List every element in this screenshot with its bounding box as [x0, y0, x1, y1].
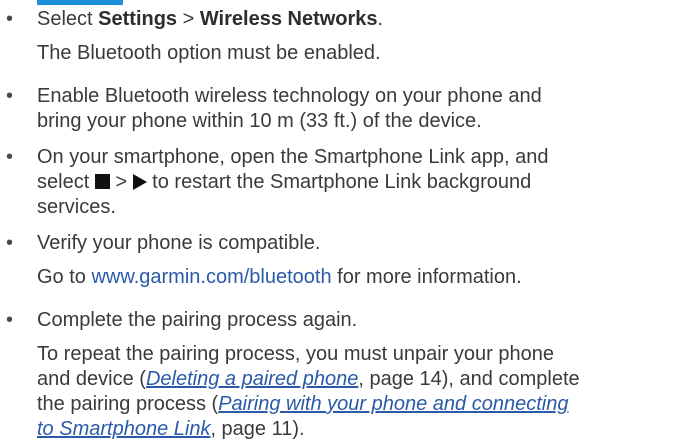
stop-square-icon — [94, 174, 110, 189]
bullet: • — [6, 85, 14, 107]
instruction-note: The Bluetooth option must be enabled. — [37, 42, 381, 64]
xref-smartphone-link[interactable]: to Smartphone Link — [37, 418, 210, 440]
list-item: • Select Settings > Wireless Networks. T… — [0, 7, 383, 66]
instruction-note: Go to www.garmin.com/bluetooth for more … — [37, 266, 522, 288]
instruction-line: Select Settings > Wireless Networks. — [37, 8, 384, 30]
instruction-line: bring your phone within 10 m (33 ft.) of… — [37, 110, 482, 132]
instruction-line: select > to restart the Smartphone Link … — [37, 171, 532, 193]
play-triangle-icon — [132, 174, 147, 190]
list-item: • Enable Bluetooth wireless technology o… — [0, 84, 542, 134]
instruction-note: the pairing process (Pairing with your p… — [37, 393, 569, 415]
instruction-note: and device (Deleting a paired phone, pag… — [37, 368, 580, 390]
instruction-line: Enable Bluetooth wireless technology on … — [37, 85, 542, 107]
instruction-note: To repeat the pairing process, you must … — [37, 343, 554, 365]
instruction-line: Complete the pairing process again. — [37, 309, 358, 331]
list-item: • Verify your phone is compatible. Go to… — [0, 231, 522, 290]
xref-deleting-paired-phone[interactable]: Deleting a paired phone — [146, 368, 358, 390]
heading-accent-bar — [37, 0, 123, 5]
bullet: • — [6, 8, 14, 30]
instruction-line: services. — [37, 196, 116, 218]
instruction-line: On your smartphone, open the Smartphone … — [37, 146, 549, 168]
instruction-note: to Smartphone Link, page 11). — [37, 418, 305, 440]
bullet: • — [6, 146, 14, 168]
menu-settings: Settings — [98, 8, 178, 30]
menu-wireless-networks: Wireless Networks — [199, 8, 378, 30]
garmin-bluetooth-link[interactable]: www.garmin.com/bluetooth — [91, 266, 331, 288]
list-item: • On your smartphone, open the Smartphon… — [0, 145, 548, 220]
list-item: • Complete the pairing process again. To… — [0, 308, 580, 442]
instruction-line: Verify your phone is compatible. — [37, 232, 321, 254]
bullet: • — [6, 232, 14, 254]
xref-pairing-with-phone[interactable]: Pairing with your phone and connecting — [218, 393, 568, 415]
bullet: • — [6, 309, 14, 331]
